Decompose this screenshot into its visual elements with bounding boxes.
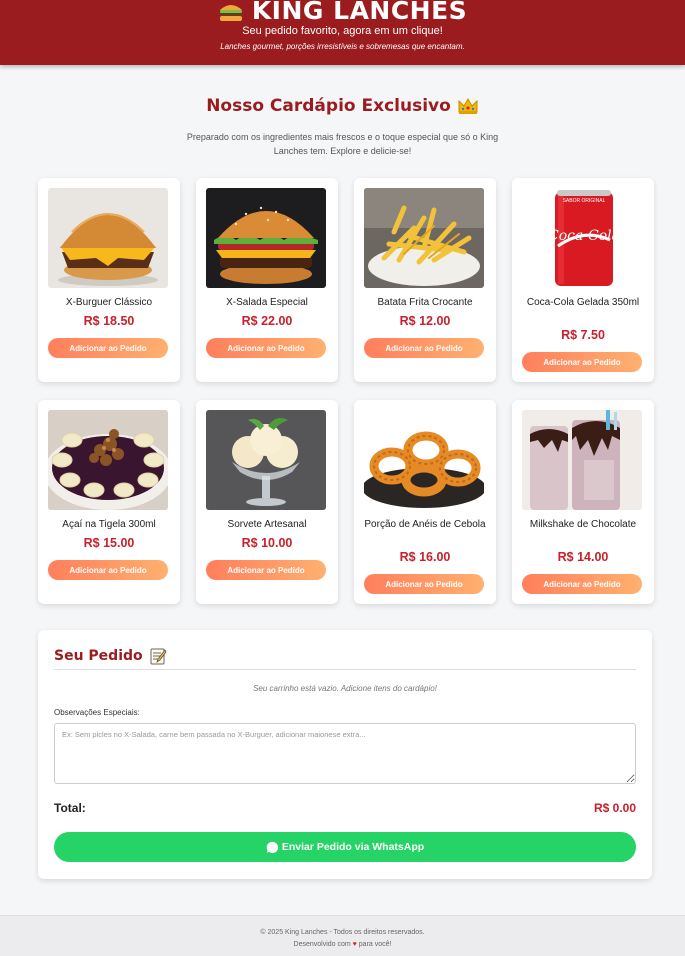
crown-icon [458, 97, 478, 114]
special-notes-field[interactable] [54, 723, 636, 784]
menu-section-title: Nosso Cardápio Exclusivo [0, 96, 685, 116]
menu-card: Sorvete Artesanal R$ 10.00 Adicionar ao … [196, 400, 338, 604]
coca-cola-can-photo: Coca-Cola SABOR ORIGINAL [522, 188, 642, 288]
dev-suffix: para você! [358, 941, 392, 948]
empty-cart-message: Seu carrinho está vazio. Adicione itens … [253, 684, 437, 693]
item-price: R$ 12.00 [399, 314, 451, 328]
menu-title: Nosso Cardápio Exclusivo [206, 96, 451, 116]
salad-burger-photo [206, 188, 326, 288]
add-to-order-button[interactable]: Adicionar ao Pedido [48, 560, 168, 580]
dev-credit: Desenvolvido com ♥ para você! [0, 941, 685, 948]
menu-card: Açaí na Tigela 300ml R$ 15.00 Adicionar … [38, 400, 180, 604]
order-divider [54, 669, 636, 670]
memo-icon [150, 648, 167, 665]
item-name: Açaí na Tigela 300ml [62, 519, 156, 530]
total-value: R$ 0.00 [593, 801, 636, 815]
milkshake-photo [522, 410, 642, 510]
item-name: Batata Frita Crocante [377, 297, 473, 308]
send-whatsapp-button[interactable]: Enviar Pedido via WhatsApp [54, 832, 636, 862]
item-name: Milkshake de Chocolate [529, 519, 637, 530]
add-to-order-button[interactable]: Adicionar ao Pedido [522, 352, 642, 372]
menu-card: Porção de Anéis de Cebola R$ 16.00 Adici… [354, 400, 496, 604]
add-to-order-button[interactable]: Adicionar ao Pedido [206, 560, 326, 580]
item-name: X-Burguer Clássico [65, 297, 153, 308]
svg-text:SABOR ORIGINAL: SABOR ORIGINAL [563, 198, 606, 204]
order-title-text: Seu Pedido [54, 648, 143, 664]
ice-cream-photo [206, 410, 326, 510]
site-header: KING LANCHES Seu pedido favorito, agora … [0, 0, 685, 65]
add-to-order-button[interactable]: Adicionar ao Pedido [206, 338, 326, 358]
add-to-order-button[interactable]: Adicionar ao Pedido [522, 574, 642, 594]
menu-card: Milkshake de Chocolate R$ 14.00 Adiciona… [512, 400, 654, 604]
item-name: Coca-Cola Gelada 350ml [526, 297, 640, 308]
add-to-order-button[interactable]: Adicionar ao Pedido [364, 338, 484, 358]
item-name: Porção de Anéis de Cebola [364, 519, 486, 530]
cheeseburger-photo [48, 188, 168, 288]
item-price: R$ 14.00 [557, 550, 609, 564]
order-panel: Seu Pedido Seu carrinho está vazio. Adic… [38, 630, 652, 879]
add-to-order-button[interactable]: Adicionar ao Pedido [364, 574, 484, 594]
heart-icon: ♥ [352, 941, 357, 948]
menu-card: X-Burguer Clássico R$ 18.50 Adicionar ao… [38, 178, 180, 382]
dev-prefix: Desenvolvido com [293, 941, 351, 948]
item-price: R$ 7.50 [561, 328, 605, 342]
svg-text:Coca-Cola: Coca-Cola [548, 228, 620, 244]
add-to-order-button[interactable]: Adicionar ao Pedido [48, 338, 168, 358]
item-price: R$ 15.00 [83, 536, 135, 550]
total-label: Total: [54, 801, 86, 815]
item-price: R$ 22.00 [241, 314, 293, 328]
menu-card: Batata Frita Crocante R$ 12.00 Adicionar… [354, 178, 496, 382]
french-fries-photo [364, 188, 484, 288]
whatsapp-button-label: Enviar Pedido via WhatsApp [281, 841, 425, 853]
menu-card: X-Salada Especial R$ 22.00 Adicionar ao … [196, 178, 338, 382]
item-name: Sorvete Artesanal [227, 519, 307, 530]
item-price: R$ 10.00 [241, 536, 293, 550]
menu-card: Coca-Cola SABOR ORIGINAL Coca-Cola Gelad… [512, 178, 654, 382]
copyright: © 2025 King Lanches - Todos os direitos … [260, 929, 425, 936]
brand-name: KING LANCHES [251, 0, 468, 25]
item-price: R$ 18.50 [83, 314, 135, 328]
onion-rings-photo [364, 410, 484, 510]
burger-icon [219, 4, 242, 21]
tagline: Seu pedido favorito, agora em um clique! [242, 25, 443, 37]
acai-bowl-photo [48, 410, 168, 510]
menu-intro: Preparado com os ingredientes mais fresc… [186, 132, 499, 156]
brand: KING LANCHES [0, 0, 685, 25]
item-name: X-Salada Especial [226, 297, 308, 308]
site-footer: © 2025 King Lanches - Todos os direitos … [0, 915, 685, 956]
notes-label: Observações Especiais: [54, 708, 140, 717]
sub-tagline: Lanches gourmet, porções irresistíveis e… [220, 42, 465, 51]
whatsapp-icon [266, 841, 278, 853]
order-title: Seu Pedido [54, 647, 167, 665]
item-price: R$ 16.00 [399, 550, 451, 564]
